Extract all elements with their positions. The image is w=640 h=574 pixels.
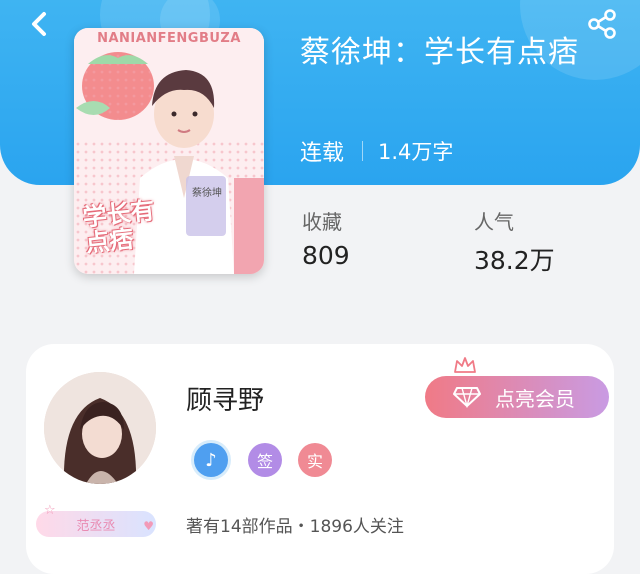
back-button[interactable] (22, 6, 58, 42)
favorites-label: 收藏 (302, 210, 342, 234)
author-avatar[interactable] (44, 372, 156, 484)
cover-name-tag: 蔡徐坤 (192, 188, 222, 199)
crown-icon (454, 357, 476, 373)
favorites-value: 809 (302, 241, 350, 270)
diamond-icon (453, 387, 481, 408)
chevron-left-icon (32, 12, 46, 36)
avatar-image (44, 372, 156, 484)
music-badge[interactable]: ♪ (194, 443, 228, 477)
activate-membership-button[interactable]: 点亮会员 (425, 376, 609, 418)
serial-status: 连载 (300, 141, 345, 166)
heart-icon: ♥ (143, 519, 154, 533)
popularity-label: 人气 (474, 210, 514, 234)
fan-tag[interactable]: ☆ 范丞丞 ♥ (36, 503, 156, 537)
music-note-icon: ♪ (205, 449, 217, 471)
verified-badge[interactable]: 实 (298, 443, 332, 477)
cover-art-title: 学长有点痞 (81, 196, 156, 258)
book-meta-row: 连载 1.4万字 (300, 135, 453, 167)
book-title: 蔡徐坤：学长有点痞 (300, 35, 579, 70)
cover-top-text: NANIANFENGBUZA (97, 31, 241, 46)
popularity-value: 38.2万 (474, 246, 555, 275)
works-info: 著有14部作品・1896人关注 (186, 517, 404, 537)
word-count: 1.4万字 (378, 140, 454, 164)
author-name[interactable]: 顾寻野 (186, 380, 264, 417)
divider (362, 141, 364, 161)
member-button-label: 点亮会员 (495, 386, 575, 411)
signed-badge[interactable]: 签 (248, 443, 282, 477)
star-icon: ☆ (44, 503, 56, 518)
fan-tag-label: 范丞丞 (76, 518, 116, 534)
book-cover[interactable]: NANIANFENGBUZA 蔡徐坤 学长有点痞 (74, 28, 264, 274)
